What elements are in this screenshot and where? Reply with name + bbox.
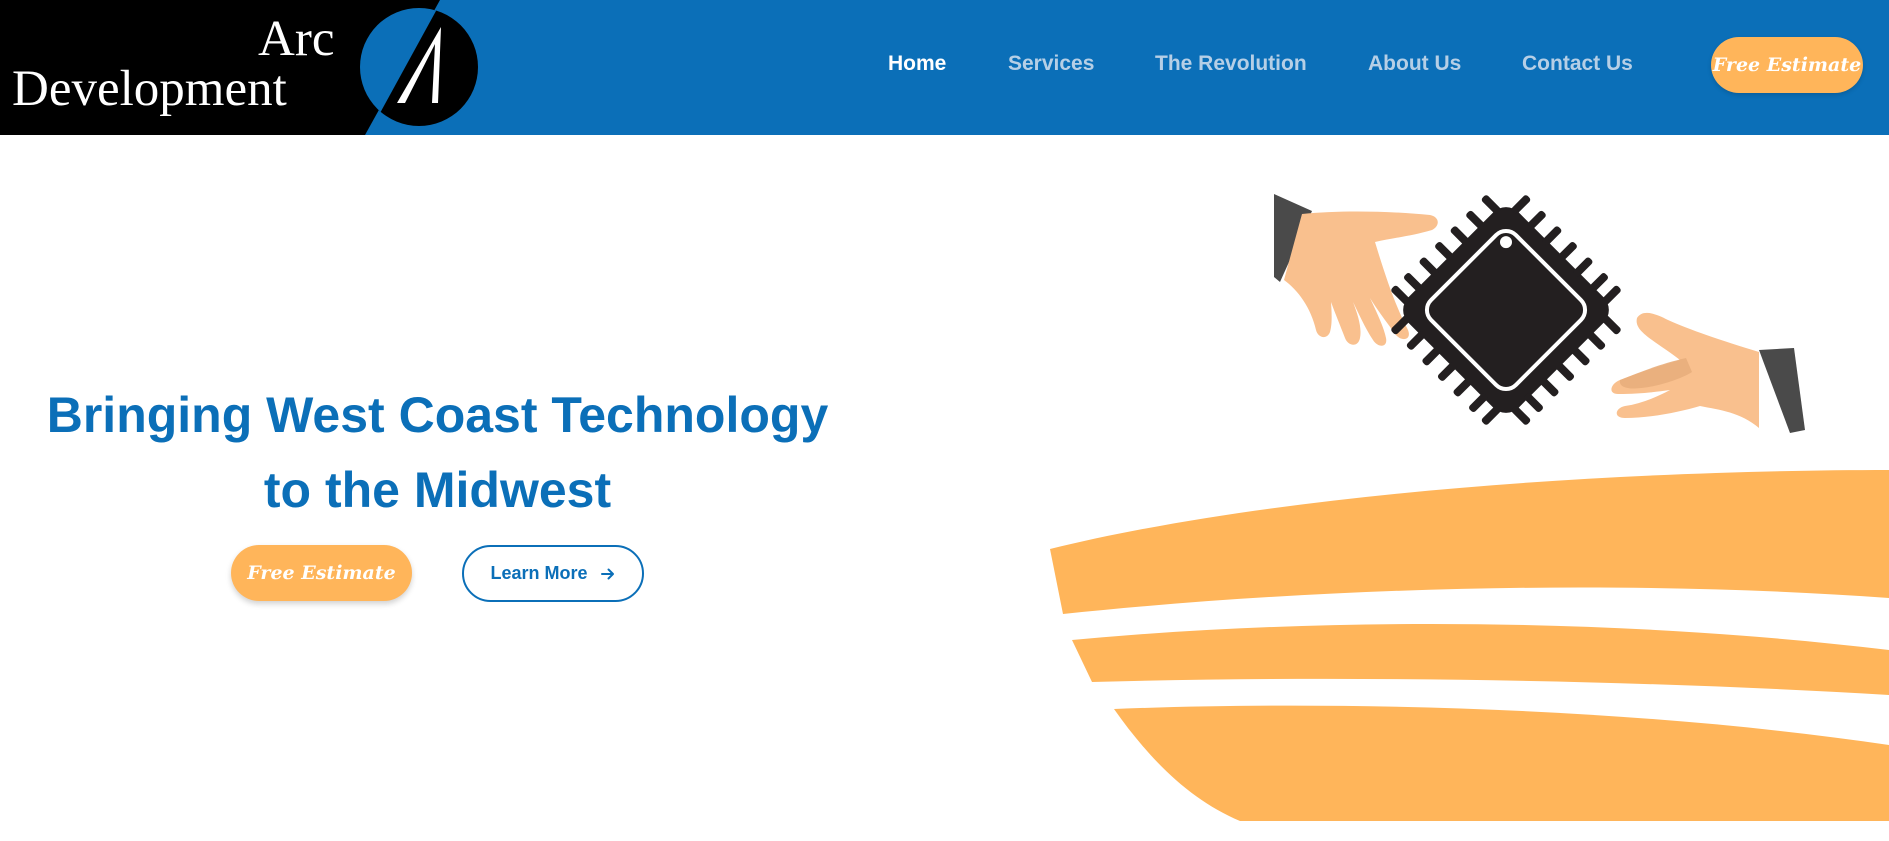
arrow-right-icon	[600, 568, 614, 579]
header-free-estimate-button[interactable]: Free Estimate	[1711, 37, 1863, 93]
right-hand-icon	[1611, 312, 1805, 433]
nav-item-about-us[interactable]: About Us	[1368, 52, 1461, 76]
nav-item-the-revolution[interactable]: The Revolution	[1155, 52, 1307, 76]
main-nav: Home Services The Revolution About Us Co…	[0, 0, 1889, 135]
hero-free-estimate-button[interactable]: Free Estimate	[231, 545, 412, 601]
site-header: Arc Development Home Services The Revolu…	[0, 0, 1889, 135]
learn-more-button[interactable]: Learn More	[462, 545, 644, 602]
learn-more-label: Learn More	[490, 563, 588, 583]
orange-wave-shapes	[1050, 470, 1889, 821]
hero-illustration	[1050, 194, 1889, 821]
hero-title: Bringing West Coast Technology to the Mi…	[20, 378, 855, 528]
hero-title-line-2: to the Midwest	[263, 462, 612, 518]
hero-title-line-1: Bringing West Coast Technology	[46, 387, 829, 443]
nav-item-services[interactable]: Services	[1008, 52, 1094, 76]
nav-item-home[interactable]: Home	[888, 52, 946, 76]
nav-item-contact-us[interactable]: Contact Us	[1522, 52, 1633, 76]
